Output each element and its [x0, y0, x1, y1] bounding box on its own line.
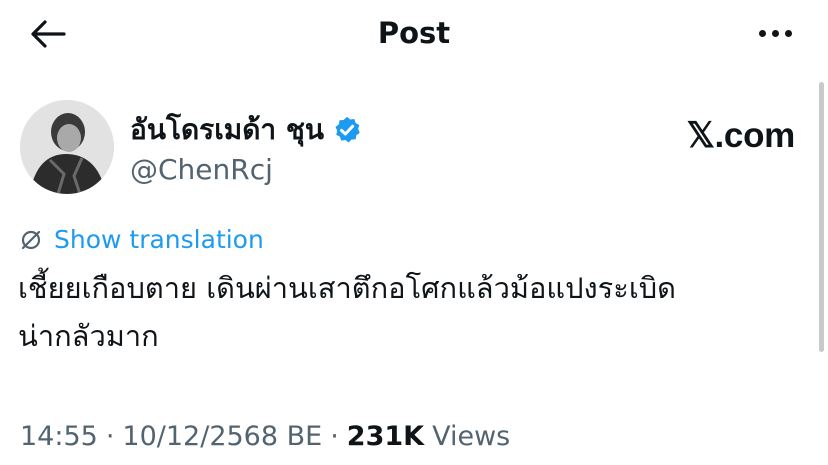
author-display-name[interactable]: อันโดรเมด้า ชุน	[130, 112, 324, 148]
post-time[interactable]: 14:55	[20, 419, 98, 455]
author-handle[interactable]: @ChenRcj	[130, 152, 273, 188]
x-com-logo: 𝕏.com	[686, 116, 796, 155]
show-translation-label[interactable]: Show translation	[54, 224, 264, 256]
top-bar: Post	[0, 0, 828, 66]
post-text: เชี้ยยเกือบตาย เดินผ่านเสาตึกอโศกแล้วม้อ…	[18, 264, 818, 360]
views-count[interactable]: 231K	[347, 419, 424, 455]
show-translation-button[interactable]: Show translation	[20, 224, 264, 256]
views-label: Views	[432, 421, 511, 452]
post-text-line: น่ากลัวมาก	[18, 319, 159, 353]
page-title: Post	[377, 16, 451, 50]
meta-separator: ·	[105, 421, 115, 452]
verified-badge-icon	[335, 116, 360, 143]
translate-icon	[21, 230, 41, 250]
post-date[interactable]: 10/12/2568 BE	[122, 419, 322, 455]
more-options-button[interactable]	[752, 15, 798, 51]
scrollbar[interactable]	[819, 82, 824, 352]
post-text-line: เชี้ยยเกือบตาย เดินผ่านเสาตึกอโศกแล้วม้อ…	[18, 271, 676, 305]
post-meta: 14:55 · 10/12/2568 BE · 231K Views	[20, 419, 510, 455]
avatar-photo	[20, 100, 114, 194]
author-row[interactable]: อันโดรเมด้า ชุน	[130, 112, 362, 148]
meta-separator: ·	[330, 421, 339, 452]
more-options-icon	[758, 29, 792, 37]
avatar[interactable]	[20, 100, 114, 194]
